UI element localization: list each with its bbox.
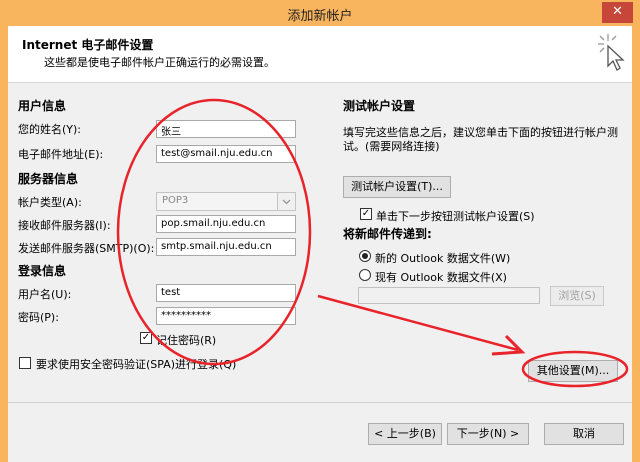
new-data-file-radio[interactable] xyxy=(359,250,371,262)
window-frame-left xyxy=(0,26,8,462)
email-input[interactable]: test@smail.nju.edu.cn xyxy=(156,145,296,163)
test-account-button[interactable]: 测试帐户设置(T)... xyxy=(343,176,451,198)
password-label: 密码(P): xyxy=(18,311,59,324)
account-type-value: POP3 xyxy=(162,195,189,206)
incoming-server-input[interactable]: pop.smail.nju.edu.cn xyxy=(156,215,296,233)
chevron-down-icon xyxy=(277,193,295,210)
account-type-label: 帐户类型(A): xyxy=(18,196,82,209)
section-deliver-to: 将新邮件传递到: xyxy=(343,227,432,241)
new-data-file-label: 新的 Outlook 数据文件(W) xyxy=(375,252,511,265)
existing-data-file-radio[interactable] xyxy=(359,269,371,281)
cancel-button[interactable]: 取消 xyxy=(544,423,624,445)
auto-test-label: 单击下一步按钮测试帐户设置(S) xyxy=(376,210,535,223)
window-frame-right xyxy=(632,26,640,462)
section-user-info: 用户信息 xyxy=(18,99,67,113)
annotation-arrow-head xyxy=(491,334,526,356)
section-server-info: 服务器信息 xyxy=(18,172,79,186)
close-button[interactable]: ✕ xyxy=(602,2,633,23)
more-settings-button[interactable]: 其他设置(M)... xyxy=(528,360,618,382)
remember-password-checkbox[interactable]: ✓ xyxy=(140,332,152,344)
spa-checkbox[interactable] xyxy=(19,357,31,369)
outgoing-server-label: 发送邮件服务器(SMTP)(O): xyxy=(18,242,155,255)
remember-password-label: 记住密码(R) xyxy=(156,334,217,347)
auto-test-checkbox[interactable]: ✓ xyxy=(360,208,372,220)
wizard-cursor-icon xyxy=(598,34,625,71)
section-login-info: 登录信息 xyxy=(18,264,67,278)
annotation-arrow-line xyxy=(317,294,519,352)
outgoing-server-input[interactable]: smtp.smail.nju.edu.cn xyxy=(156,238,296,256)
next-button[interactable]: 下一步(N) > xyxy=(447,423,529,445)
header-subtitle: 这些都是使电子邮件帐户正确运行的必需设置。 xyxy=(44,56,275,69)
dialog-header: Internet 电子邮件设置 这些都是使电子邮件帐户正确运行的必需设置。 xyxy=(8,26,632,83)
incoming-server-label: 接收邮件服务器(I): xyxy=(18,219,111,232)
browse-button[interactable]: 浏览(S) xyxy=(550,286,604,306)
spa-label: 要求使用安全密码验证(SPA)进行登录(Q) xyxy=(36,358,237,371)
existing-data-file-label: 现有 Outlook 数据文件(X) xyxy=(375,271,507,284)
test-description: 填写完这些信息之后，建议您单击下面的按钮进行帐户测试。(需要网络连接) xyxy=(343,126,618,153)
account-type-select[interactable]: POP3 xyxy=(156,192,296,211)
title-bar: 添加新帐户 ✕ xyxy=(0,0,640,26)
name-input[interactable]: 张三 xyxy=(156,120,296,138)
section-test-settings: 测试帐户设置 xyxy=(343,99,416,113)
username-label: 用户名(U): xyxy=(18,288,72,301)
username-input[interactable]: test xyxy=(156,284,296,302)
back-button[interactable]: < 上一步(B) xyxy=(368,423,442,445)
window-title: 添加新帐户 xyxy=(287,9,353,24)
password-input[interactable]: ********** xyxy=(156,307,296,325)
email-label: 电子邮件地址(E): xyxy=(18,148,104,161)
data-file-path-input[interactable] xyxy=(358,287,540,304)
name-label: 您的姓名(Y): xyxy=(18,123,82,136)
header-title: Internet 电子邮件设置 xyxy=(22,38,154,52)
footer-divider xyxy=(8,402,632,403)
